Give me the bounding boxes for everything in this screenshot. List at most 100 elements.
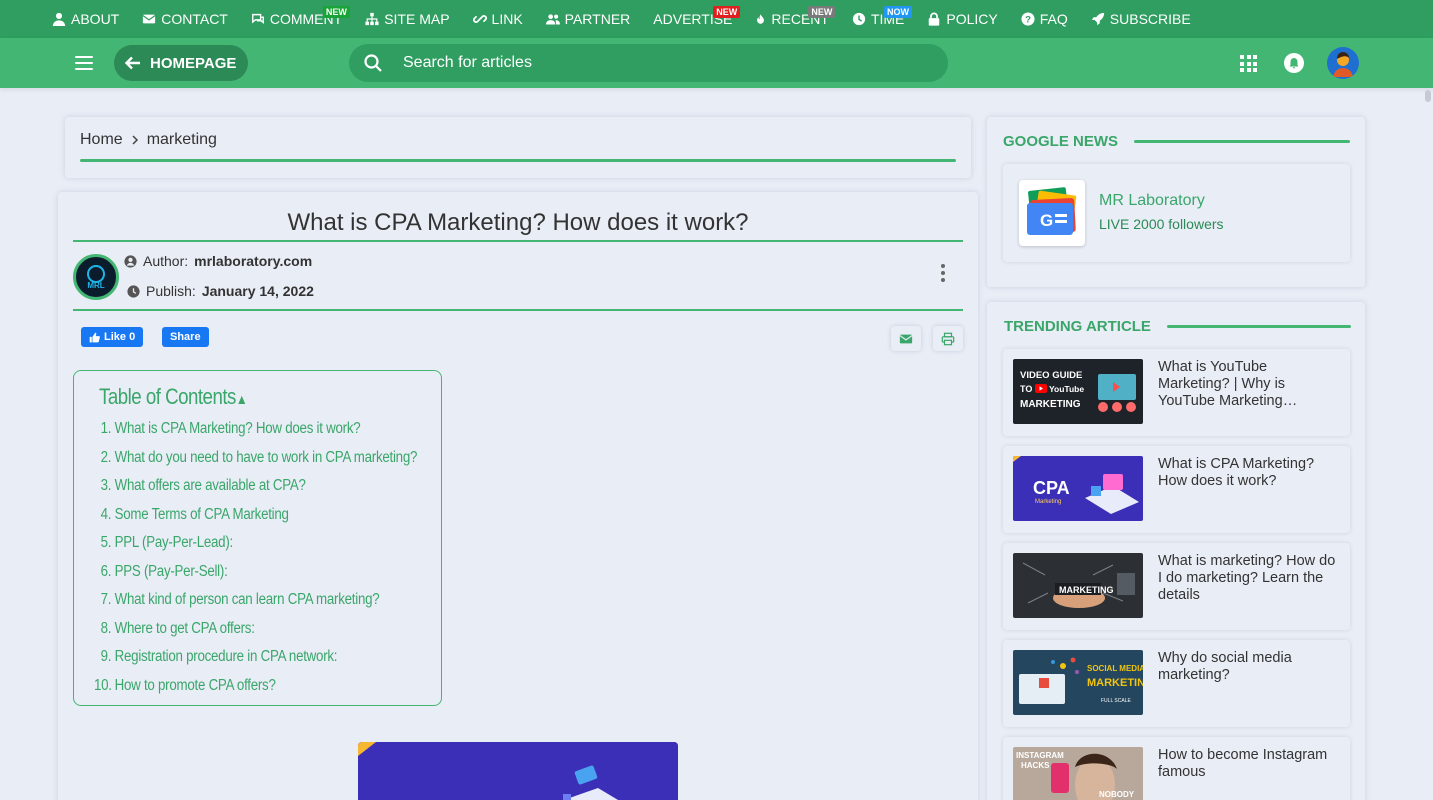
divider (73, 309, 963, 311)
user-avatar[interactable] (1327, 47, 1359, 79)
sort-toggle-icon[interactable]: ▲︎ (236, 391, 248, 407)
homepage-button[interactable]: HOMEPAGE (114, 45, 249, 81)
trending-title: What is CPA Marketing? How does it work? (1158, 456, 1315, 489)
svg-text:NOBODY: NOBODY (1099, 790, 1135, 799)
article-hero-image (358, 742, 678, 800)
svg-text:G: G (1040, 211, 1053, 230)
thumbs-up-icon (89, 332, 100, 342)
toc-item[interactable]: 3. What offers are available at CPA? (94, 477, 417, 506)
nav-label: CONTACT (161, 11, 228, 27)
svg-text:CPA: CPA (1033, 478, 1070, 498)
facebook-like-button[interactable]: Like 0 (81, 327, 144, 347)
svg-text:MARKETING: MARKETING (1059, 585, 1114, 595)
more-options-icon[interactable] (938, 264, 948, 284)
svg-text:INSTAGRAM: INSTAGRAM (1016, 751, 1064, 760)
homepage-label: HOMEPAGE (150, 54, 237, 72)
trending-title: What is marketing? How do I do marketing… (1158, 553, 1336, 603)
breadcrumb-home-link[interactable]: Home (80, 131, 123, 149)
svg-text:VIDEO GUIDE: VIDEO GUIDE (1020, 370, 1082, 381)
publish-date: January 14, 2022 (201, 283, 314, 299)
nav-time[interactable]: TIME NOW (852, 0, 912, 38)
nav-label: FAQ (1039, 11, 1068, 27)
print-button[interactable] (933, 326, 963, 351)
toc-item[interactable]: 6. PPS (Pay-Per-Sell): (94, 563, 417, 592)
nav-about[interactable]: ABOUT (52, 0, 119, 38)
toc-item[interactable]: 10. How to promote CPA offers? (94, 677, 417, 706)
author-line: Author: mrlaboratory.com (124, 253, 312, 269)
publish-line: Publish: January 14, 2022 (127, 283, 314, 299)
toc-item[interactable]: 1. What is CPA Marketing? How does it wor… (94, 420, 417, 449)
trending-item[interactable]: VIDEO GUIDE TO YouTube MARKETING What is… (1003, 349, 1350, 436)
author-avatar[interactable]: MRL (73, 254, 119, 300)
facebook-share-button[interactable]: Share (162, 327, 209, 347)
notification-bell-icon[interactable] (1284, 53, 1304, 73)
arrow-left-icon (124, 56, 140, 70)
widget-heading: TRENDING ARTICLE (1004, 318, 1151, 335)
svg-text:FULL SCALE: FULL SCALE (1101, 698, 1131, 704)
table-of-contents: Table of Contents▲︎ 1. What is CPA Market… (73, 370, 442, 706)
toc-item[interactable]: 8. Where to get CPA offers: (94, 620, 417, 649)
author-name[interactable]: mrlaboratory.com (194, 253, 312, 269)
nav-site-map[interactable]: SITE MAP (365, 0, 450, 38)
site-header: HOMEPAGE (0, 38, 1433, 88)
follower-count: LIVE 2000 followers (1099, 216, 1224, 232)
svg-text:MRL: MRL (87, 281, 104, 290)
toc-title[interactable]: Table of Contents▲︎ (99, 384, 248, 410)
nav-advertise[interactable]: ADVERTISE NEW (653, 0, 741, 38)
apps-grid-icon[interactable] (1240, 55, 1257, 72)
menu-button[interactable] (72, 51, 96, 75)
toc-item[interactable]: 5. PPL (Pay-Per-Lead): (94, 534, 417, 563)
nav-link[interactable]: LINK (472, 0, 523, 38)
trending-item[interactable]: INSTAGRAM HACKS NOBODY How to become Ins… (1003, 737, 1350, 800)
clock-icon (127, 284, 140, 298)
svg-text:SOCIAL MEDIA: SOCIAL MEDIA (1087, 664, 1143, 673)
google-news-widget: GOOGLE NEWS G MR Laboratory LIVE 2000 fo… (987, 117, 1365, 287)
rocket-icon (1091, 12, 1104, 26)
clock-icon (852, 12, 866, 26)
breadcrumb-current-link[interactable]: marketing (147, 131, 217, 149)
nav-recent[interactable]: RECENT NEW (755, 0, 836, 38)
nav-label: PARTNER (564, 11, 631, 27)
nav-comment[interactable]: COMMENT NEW (251, 0, 350, 38)
svg-text:?: ? (1025, 15, 1031, 26)
toc-item[interactable]: 9. Registration procedure in CPA network: (94, 648, 417, 677)
nav-label: SUBSCRIBE (1109, 11, 1191, 27)
users-icon (545, 14, 560, 25)
nav-label: SITE MAP (384, 11, 450, 27)
widget-heading: GOOGLE NEWS (1003, 133, 1119, 150)
article-thumbnail: SOCIAL MEDIA MARKETING FULL SCALE (1013, 650, 1143, 715)
trending-item[interactable]: SOCIAL MEDIA MARKETING FULL SCALE Why do… (1003, 640, 1350, 727)
fire-icon (757, 14, 765, 24)
svg-text:MARKETING: MARKETING (1020, 399, 1081, 410)
nav-partner[interactable]: PARTNER (545, 0, 631, 38)
article-thumbnail: CPA Marketing (1013, 456, 1143, 521)
toc-item[interactable]: 2. What do you need to have to work in CP… (94, 449, 418, 478)
share-label: Share (170, 331, 201, 343)
heading-bar (1134, 140, 1351, 143)
breadcrumb: Home marketing (65, 117, 971, 178)
user-icon (52, 12, 66, 26)
scrollbar-thumb[interactable] (1425, 90, 1431, 102)
email-share-button[interactable] (891, 326, 921, 351)
nav-policy[interactable]: POLICY (927, 0, 998, 38)
trending-item[interactable]: CPA Marketing What is CPA Marketing? How… (1003, 446, 1350, 533)
sitemap-icon (365, 12, 379, 26)
toc-item[interactable]: 7. What kind of person can learn CPA mark… (94, 591, 417, 620)
publish-label: Publish: (146, 283, 196, 299)
search-input[interactable] (403, 54, 903, 72)
svg-text:TO: TO (1020, 384, 1032, 394)
article-thumbnail: MARKETING (1013, 553, 1143, 618)
search-icon[interactable] (363, 53, 383, 73)
toc-item[interactable]: 4. Some Terms of CPA Marketing (94, 506, 417, 535)
new-badge: NEW (808, 6, 836, 18)
envelope-icon (142, 14, 156, 24)
nav-contact[interactable]: CONTACT (142, 0, 228, 38)
nav-subscribe[interactable]: SUBSCRIBE (1091, 0, 1191, 38)
google-news-follow-card[interactable]: G MR Laboratory LIVE 2000 followers (1003, 164, 1350, 262)
channel-name: MR Laboratory (1099, 192, 1205, 209)
user-circle-icon (124, 254, 137, 268)
envelope-icon (899, 334, 913, 343)
trending-item[interactable]: MARKETING What is marketing? How do I do… (1003, 543, 1350, 630)
nav-faq[interactable]: ? FAQ (1021, 0, 1068, 38)
google-news-icon: G (1019, 180, 1085, 246)
